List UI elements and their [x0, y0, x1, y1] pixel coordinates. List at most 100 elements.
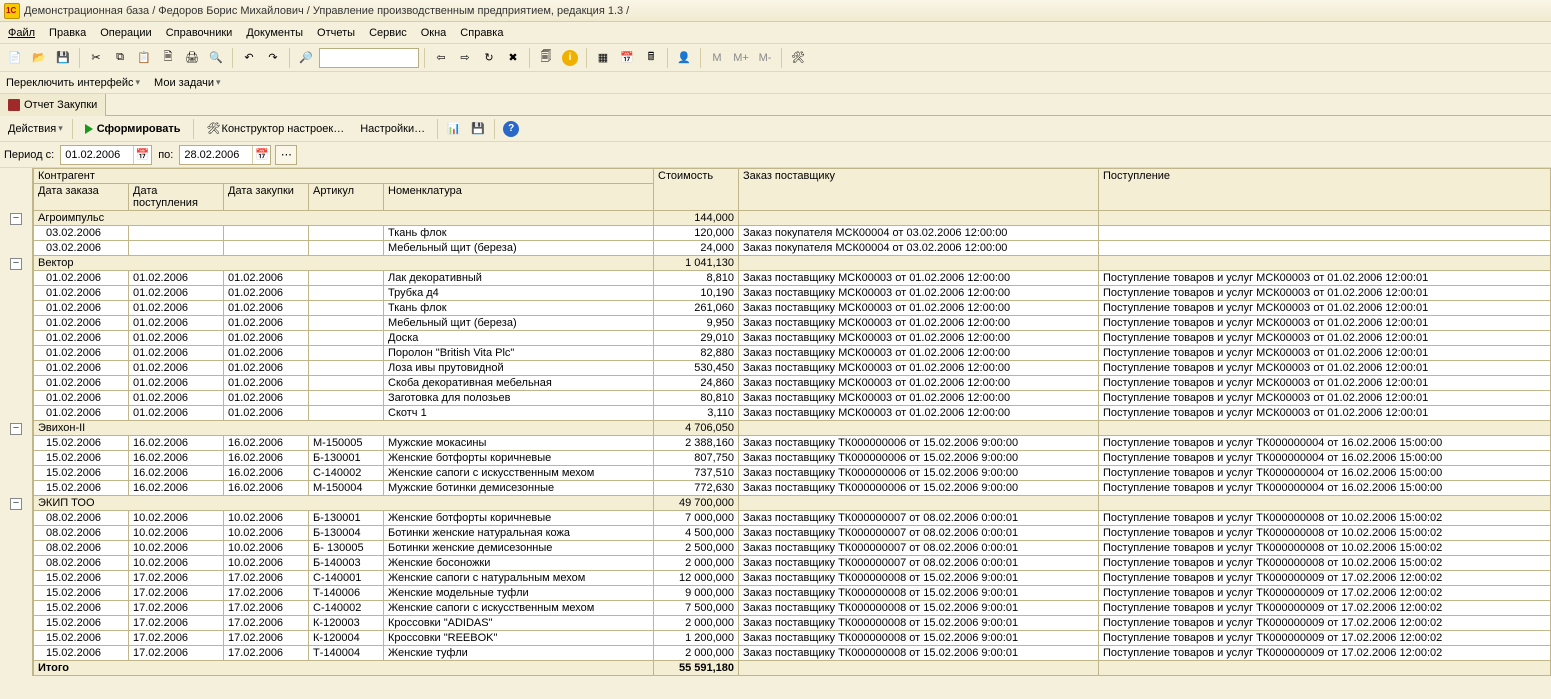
user-icon[interactable]: 👤 [673, 47, 695, 69]
title-bar: Демонстрационная база / Федоров Борис Ми… [0, 0, 1551, 22]
data-row[interactable]: 08.02.200610.02.200610.02.2006Б-130004Бо… [34, 526, 1551, 541]
collapse-toggle[interactable]: − [10, 498, 22, 510]
data-row[interactable]: 01.02.200601.02.200601.02.2006Ткань флок… [34, 301, 1551, 316]
actions-dropdown[interactable]: Действия [4, 123, 67, 135]
menu-operations[interactable]: Операции [100, 27, 151, 39]
paste-icon[interactable]: 📋 [133, 47, 155, 69]
data-row[interactable]: 15.02.200617.02.200617.02.2006К-120003Кр… [34, 616, 1551, 631]
nav-forward-icon[interactable]: ⇨ [454, 47, 476, 69]
period-bar: Период с: 📅 по: 📅 ⋯ [0, 142, 1551, 168]
m-minus-icon[interactable]: M- [754, 47, 776, 69]
data-row[interactable]: 01.02.200601.02.200601.02.2006Лак декора… [34, 271, 1551, 286]
data-row[interactable]: 15.02.200616.02.200616.02.2006Б-130001Же… [34, 451, 1551, 466]
m-plus-icon[interactable]: M+ [730, 47, 752, 69]
collapse-toggle[interactable]: − [10, 258, 22, 270]
tools-icon[interactable]: 🛠 [787, 47, 809, 69]
data-row[interactable]: 15.02.200616.02.200616.02.2006С-140002Же… [34, 466, 1551, 481]
menu-edit[interactable]: Правка [49, 27, 86, 39]
data-row[interactable]: 01.02.200601.02.200601.02.2006Лоза ивы п… [34, 361, 1551, 376]
calculator-icon[interactable]: 🖩 [640, 47, 662, 69]
separator [781, 48, 782, 68]
data-row[interactable]: 01.02.200601.02.200601.02.2006Доска29,01… [34, 331, 1551, 346]
menu-reports[interactable]: Отчеты [317, 27, 355, 39]
data-row[interactable]: 15.02.200616.02.200616.02.2006М-150004Му… [34, 481, 1551, 496]
data-row[interactable]: 01.02.200601.02.200601.02.2006Скоба деко… [34, 376, 1551, 391]
group-row[interactable]: Эвихон-II4 706,050 [34, 421, 1551, 436]
header-contragent: Контрагент [34, 169, 654, 184]
date-to-input[interactable] [180, 146, 252, 164]
separator [232, 48, 233, 68]
constructor-button[interactable]: 🛠 Конструктор настроек… [199, 118, 352, 140]
undo-icon[interactable]: ↶ [238, 47, 260, 69]
menu-file[interactable]: Файл [8, 27, 35, 39]
new-icon[interactable]: 📄 [4, 47, 26, 69]
main-menu: Файл Правка Операции Справочники Докумен… [0, 22, 1551, 44]
data-row[interactable]: 15.02.200617.02.200617.02.2006К-120004Кр… [34, 631, 1551, 646]
data-row[interactable]: 08.02.200610.02.200610.02.2006Б- 130005Б… [34, 541, 1551, 556]
m-icon[interactable]: M [706, 47, 728, 69]
period-from-label: Период с: [4, 149, 54, 161]
data-row[interactable]: 01.02.200601.02.200601.02.2006Поролон "B… [34, 346, 1551, 361]
print-icon[interactable]: 🖨 [181, 47, 203, 69]
calendar-icon[interactable]: 📅 [252, 146, 270, 164]
save-settings-icon[interactable]: 💾 [467, 118, 489, 140]
data-row[interactable]: 15.02.200616.02.200616.02.2006М-150005Му… [34, 436, 1551, 451]
cut-icon[interactable]: ✂ [85, 47, 107, 69]
date-to-field[interactable]: 📅 [179, 145, 271, 165]
data-row[interactable]: 08.02.200610.02.200610.02.2006Б-130001Же… [34, 511, 1551, 526]
data-row[interactable]: 01.02.200601.02.200601.02.2006Мебельный … [34, 316, 1551, 331]
menu-windows[interactable]: Окна [421, 27, 447, 39]
period-to-label: по: [158, 149, 173, 161]
generate-button[interactable]: Сформировать [78, 118, 188, 140]
info-icon[interactable]: i [559, 47, 581, 69]
menu-references[interactable]: Справочники [166, 27, 233, 39]
copy-icon[interactable]: ⧉ [109, 47, 131, 69]
header-purchase-date: Дата закупки [224, 184, 309, 211]
date-from-input[interactable] [61, 146, 133, 164]
tab-report-purchases[interactable]: Отчет Закупки [0, 94, 106, 116]
data-row[interactable]: 01.02.200601.02.200601.02.2006Заготовка … [34, 391, 1551, 406]
stop-icon[interactable]: ✖ [502, 47, 524, 69]
data-row[interactable]: 03.02.2006Мебельный щит (береза)24,000За… [34, 241, 1551, 256]
find-icon[interactable]: 🔎 [295, 47, 317, 69]
group-row[interactable]: Вектор1 041,130 [34, 256, 1551, 271]
group-row[interactable]: ЭКИП ТОО49 700,000 [34, 496, 1551, 511]
export-icon[interactable]: 📊 [443, 118, 465, 140]
data-row[interactable]: 03.02.2006Ткань флок120,000Заказ покупат… [34, 226, 1551, 241]
menu-help[interactable]: Справка [460, 27, 503, 39]
menu-documents[interactable]: Документы [246, 27, 303, 39]
refresh-icon[interactable]: ↻ [478, 47, 500, 69]
help-button[interactable]: ? [500, 118, 522, 140]
period-picker-button[interactable]: ⋯ [275, 145, 297, 165]
calendar-icon[interactable]: 📅 [616, 47, 638, 69]
preview-icon[interactable]: 🔍 [205, 47, 227, 69]
compare-icon[interactable]: 🗎 [157, 47, 179, 69]
list-icon[interactable]: ▦ [592, 47, 614, 69]
collapse-toggle[interactable]: − [10, 213, 22, 225]
open-icon[interactable]: 📂 [28, 47, 50, 69]
switch-interface-dropdown[interactable]: Переключить интерфейс [6, 77, 140, 89]
data-row[interactable]: 01.02.200601.02.200601.02.2006Трубка д41… [34, 286, 1551, 301]
data-row[interactable]: 15.02.200617.02.200617.02.2006Т-140004Же… [34, 646, 1551, 661]
redo-icon[interactable]: ↷ [262, 47, 284, 69]
menu-service[interactable]: Сервис [369, 27, 407, 39]
calendar-icon[interactable]: 📅 [133, 146, 151, 164]
data-row[interactable]: 08.02.200610.02.200610.02.2006Б-140003Же… [34, 556, 1551, 571]
collapse-toggle[interactable]: − [10, 423, 22, 435]
data-row[interactable]: 15.02.200617.02.200617.02.2006С-140001Же… [34, 571, 1551, 586]
save-icon[interactable]: 💾 [52, 47, 74, 69]
constructor-icon: 🛠 [206, 121, 222, 137]
group-row[interactable]: Агроимпульс144,000 [34, 211, 1551, 226]
settings-button[interactable]: Настройки… [353, 118, 432, 140]
search-input[interactable] [319, 48, 419, 68]
data-row[interactable]: 01.02.200601.02.200601.02.2006Скотч 13,1… [34, 406, 1551, 421]
main-toolbar: 📄 📂 💾 ✂ ⧉ 📋 🗎 🖨 🔍 ↶ ↷ 🔎 ⇦ ⇨ ↻ ✖ 🗐 i ▦ 📅 … [0, 44, 1551, 72]
date-from-field[interactable]: 📅 [60, 145, 152, 165]
copy-doc-icon[interactable]: 🗐 [535, 47, 557, 69]
my-tasks-dropdown[interactable]: Мои задачи [154, 77, 220, 89]
data-row[interactable]: 15.02.200617.02.200617.02.2006С-140002Же… [34, 601, 1551, 616]
data-row[interactable]: 15.02.200617.02.200617.02.2006Т-140006Же… [34, 586, 1551, 601]
nav-back-icon[interactable]: ⇦ [430, 47, 452, 69]
total-row: Итого55 591,180 [34, 661, 1551, 676]
separator [72, 119, 73, 139]
